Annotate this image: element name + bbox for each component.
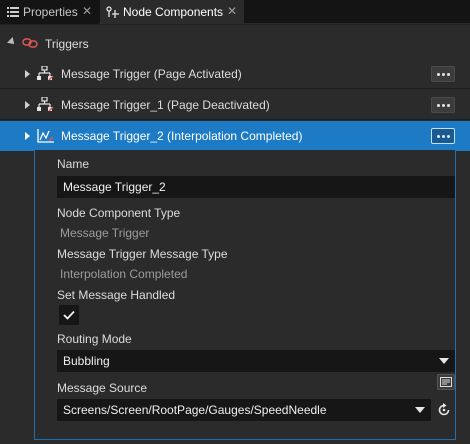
set-message-handled-checkbox[interactable] [59,305,79,325]
message-source-label: Message Source [57,381,148,395]
message-trigger-icon [37,96,55,113]
picker-icon [440,377,452,387]
interpolation-trigger-icon [37,128,55,144]
trigger-label: Message Trigger (Page Activated) [61,67,242,81]
chevron-down-icon [439,358,449,364]
message-trigger-icon [37,65,55,82]
node-components-panel: Triggers Message Trigger (Page Activated… [0,25,470,444]
message-type-label: Message Trigger Message Type [57,247,228,261]
chevron-down-icon [415,407,425,413]
routing-mode-dropdown[interactable]: Bubbling [57,350,455,372]
routing-mode-label: Routing Mode [57,332,132,346]
triggers-group-label: Triggers [45,37,89,51]
name-field[interactable]: Message Trigger_2 [57,176,455,198]
tab-node-components[interactable]: Node Components ✕ [100,0,244,24]
more-options-button[interactable] [431,97,455,113]
node-components-icon [106,5,120,19]
message-source-dropdown[interactable]: Screens/Screen/RootPage/Gauges/SpeedNeed… [57,399,431,421]
tab-bar: Properties ✕ Node Components ✕ [0,0,470,24]
tab-node-components-label: Node Components [123,5,224,19]
trigger-label: Message Trigger_2 (Interpolation Complet… [61,129,303,143]
triggers-group-header[interactable]: Triggers [0,33,470,55]
routing-mode-value: Bubbling [63,354,110,368]
expand-caret-icon[interactable] [25,132,30,140]
reset-property-button[interactable] [434,401,454,419]
close-icon[interactable]: ✕ [226,5,238,17]
message-source-value: Screens/Screen/RootPage/Gauges/SpeedNeed… [63,403,327,417]
expand-caret-icon[interactable] [25,101,30,109]
expand-caret-icon[interactable] [25,70,30,78]
component-type-label: Node Component Type [57,206,181,220]
node-picker-button[interactable] [437,374,455,390]
list-item-message-trigger-1[interactable]: Message Trigger_1 (Page Deactivated) [0,90,470,120]
component-type-value: Message Trigger [60,226,150,240]
name-label: Name [57,157,90,171]
set-message-handled-label: Set Message Handled [57,288,176,302]
message-type-value: Interpolation Completed [60,267,188,281]
more-options-button[interactable] [431,128,455,144]
list-item-message-trigger-2[interactable]: Message Trigger_2 (Interpolation Complet… [0,121,470,151]
more-options-button[interactable] [431,66,455,82]
trigger-link-icon [22,36,38,53]
reset-icon [438,403,450,416]
tab-properties[interactable]: Properties ✕ [0,0,99,24]
list-item-message-trigger[interactable]: Message Trigger (Page Activated) [0,59,470,89]
trigger-label: Message Trigger_1 (Page Deactivated) [61,98,270,112]
trigger-properties: Name Message Trigger_2 Node Component Ty… [34,150,456,440]
close-icon[interactable]: ✕ [81,5,93,17]
list-icon [6,5,20,19]
checkmark-icon [63,310,75,320]
tab-properties-label: Properties [23,5,78,19]
collapse-caret-icon[interactable] [7,37,17,47]
